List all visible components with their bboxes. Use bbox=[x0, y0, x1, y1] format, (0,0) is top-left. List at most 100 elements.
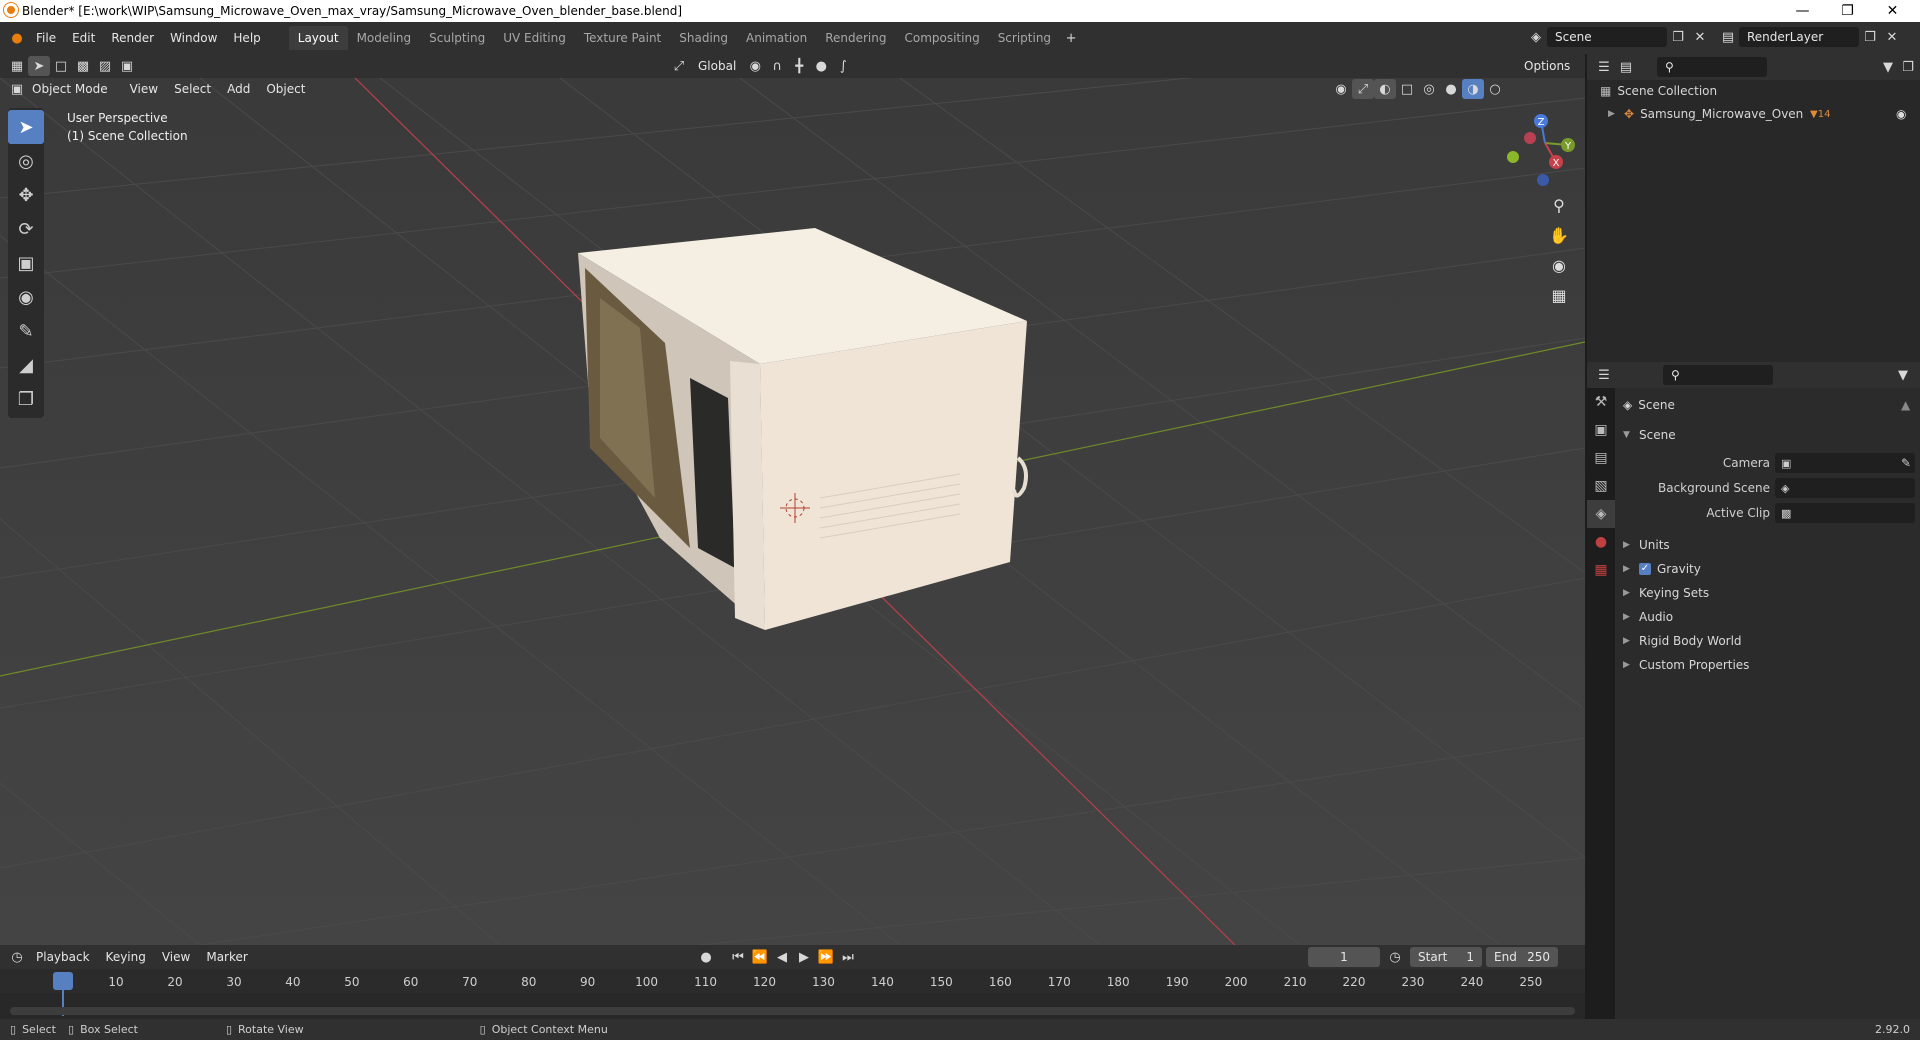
snap-icon[interactable]: ∩ bbox=[766, 56, 788, 76]
minimize-icon[interactable]: — bbox=[1780, 0, 1825, 22]
render-layer-icon[interactable]: ▤ bbox=[1717, 27, 1739, 47]
restore-icon[interactable]: ❐ bbox=[1825, 0, 1870, 22]
background-scene-field[interactable]: ◈ bbox=[1775, 478, 1915, 498]
pin-icon[interactable]: ▲ bbox=[1901, 398, 1910, 412]
world-tab-icon[interactable]: ● bbox=[1587, 528, 1615, 556]
properties-options-icon[interactable]: ▼ bbox=[1892, 365, 1914, 385]
zoom-icon[interactable]: ⚲ bbox=[1544, 190, 1574, 220]
proportional-edit-icon[interactable]: ● bbox=[810, 56, 832, 76]
move-tool-icon[interactable]: ✥ bbox=[8, 178, 44, 212]
record-icon[interactable]: ● bbox=[695, 947, 717, 967]
playhead[interactable] bbox=[53, 972, 73, 990]
select-new-icon[interactable]: □ bbox=[50, 56, 72, 76]
custom-properties-panel[interactable]: ▶ Custom Properties bbox=[1623, 658, 1749, 672]
overlay-toggle-icon[interactable]: ◐ bbox=[1374, 79, 1396, 99]
close-icon[interactable]: ✕ bbox=[1870, 0, 1915, 22]
texture-tab-icon[interactable]: ▦ bbox=[1587, 556, 1615, 584]
measure-tool-icon[interactable]: ◢ bbox=[8, 348, 44, 382]
snap-target-icon[interactable]: ╋ bbox=[788, 56, 810, 76]
options-dropdown[interactable]: Options bbox=[1518, 56, 1577, 76]
select-invert-icon[interactable]: ▣ bbox=[116, 56, 138, 76]
cursor-tool-icon[interactable]: ◎ bbox=[8, 144, 44, 178]
gravity-panel[interactable]: ▶ ✓ Gravity bbox=[1623, 562, 1701, 576]
tab-texture-paint[interactable]: Texture Paint bbox=[575, 26, 670, 50]
menu-file[interactable]: File bbox=[28, 27, 64, 49]
delete-layer-icon[interactable]: ✕ bbox=[1881, 27, 1903, 47]
menu-edit[interactable]: Edit bbox=[64, 27, 103, 49]
new-layer-icon[interactable]: ❐ bbox=[1859, 27, 1881, 47]
view-layer-tab-icon[interactable]: ▧ bbox=[1587, 472, 1615, 500]
camera-view-icon[interactable]: ◉ bbox=[1544, 250, 1574, 280]
select-extend-icon[interactable]: ▩ bbox=[72, 56, 94, 76]
jump-start-icon[interactable]: ⏮ bbox=[727, 947, 749, 967]
tab-scripting[interactable]: Scripting bbox=[989, 26, 1060, 50]
timeline-menu-marker[interactable]: Marker bbox=[198, 946, 255, 968]
blender-menu-icon[interactable]: ● bbox=[6, 28, 28, 48]
timeline-scrollbar[interactable] bbox=[10, 1007, 1575, 1015]
render-tab-icon[interactable]: ▣ bbox=[1587, 416, 1615, 444]
viewport-menu-select[interactable]: Select bbox=[166, 78, 219, 100]
tab-modeling[interactable]: Modeling bbox=[348, 26, 421, 50]
outliner-search-input[interactable]: ⚲ bbox=[1657, 57, 1767, 77]
tab-sculpting[interactable]: Sculpting bbox=[420, 26, 494, 50]
eyedropper-icon[interactable]: ✎ bbox=[1901, 456, 1911, 470]
units-panel[interactable]: ▶ Units bbox=[1623, 538, 1670, 552]
tab-shading[interactable]: Shading bbox=[670, 26, 737, 50]
material-shading-icon[interactable]: ◑ bbox=[1462, 79, 1484, 99]
tab-layout[interactable]: Layout bbox=[288, 26, 348, 50]
timeline-menu-playback[interactable]: Playback bbox=[28, 946, 98, 968]
object-mode-dropdown[interactable]: Object Mode bbox=[28, 78, 112, 100]
editor-type-icon[interactable]: ▦ bbox=[6, 56, 28, 76]
gravity-checkbox[interactable]: ✓ bbox=[1639, 563, 1651, 575]
menu-help[interactable]: Help bbox=[225, 27, 268, 49]
new-collection-icon[interactable]: ❐ bbox=[1897, 57, 1919, 77]
outliner-editor-type-icon[interactable]: ☰ bbox=[1593, 57, 1615, 77]
tab-animation[interactable]: Animation bbox=[737, 26, 816, 50]
output-tab-icon[interactable]: ▤ bbox=[1587, 444, 1615, 472]
ortho-grid-icon[interactable]: ▦ bbox=[1544, 280, 1574, 310]
properties-search-input[interactable]: ⚲ bbox=[1663, 365, 1773, 385]
start-frame-field[interactable]: Start 1 bbox=[1410, 947, 1482, 967]
tab-uv-editing[interactable]: UV Editing bbox=[494, 26, 575, 50]
play-icon[interactable]: ▶ bbox=[793, 947, 815, 967]
wireframe-shading-icon[interactable]: ◎ bbox=[1418, 79, 1440, 99]
play-reverse-icon[interactable]: ◀ bbox=[771, 947, 793, 967]
object-mode-icon[interactable]: ▣ bbox=[6, 79, 28, 99]
tool-tab-icon[interactable]: ⚒ bbox=[1587, 388, 1615, 416]
visibility-icon[interactable]: ◉ bbox=[1330, 79, 1352, 99]
expand-triangle-icon[interactable]: ▶ bbox=[1608, 109, 1618, 119]
menu-window[interactable]: Window bbox=[162, 27, 225, 49]
orientation-icon[interactable]: ⤢ bbox=[668, 56, 690, 76]
transform-tool-icon[interactable]: ◉ bbox=[8, 280, 44, 314]
viewport-menu-view[interactable]: View bbox=[122, 78, 166, 100]
frame-ruler[interactable]: 1102030405060708090100110120130140150160… bbox=[0, 969, 1585, 993]
eye-visibility-icon[interactable]: ◉ bbox=[1896, 107, 1906, 121]
current-frame-field[interactable]: 1 bbox=[1308, 947, 1380, 967]
prev-keyframe-icon[interactable]: ⏪ bbox=[749, 947, 771, 967]
stopwatch-icon[interactable]: ◷ bbox=[1384, 947, 1406, 967]
rigid-body-world-panel[interactable]: ▶ Rigid Body World bbox=[1623, 634, 1742, 648]
falloff-icon[interactable]: ∫ bbox=[832, 56, 854, 76]
gizmo-toggle-icon[interactable]: ⤢ bbox=[1352, 79, 1374, 99]
solid-shading-icon[interactable]: ● bbox=[1440, 79, 1462, 99]
rendered-shading-icon[interactable]: ○ bbox=[1484, 79, 1506, 99]
menu-render[interactable]: Render bbox=[103, 27, 162, 49]
viewport-menu-object[interactable]: Object bbox=[258, 78, 313, 100]
scene-tab-icon[interactable]: ◈ bbox=[1587, 500, 1615, 528]
outliner-item[interactable]: ▶ ✥ Samsung_Microwave_Oven ▼14 ◉ bbox=[1608, 104, 1914, 124]
xray-icon[interactable]: □ bbox=[1396, 79, 1418, 99]
active-clip-field[interactable]: ▩ bbox=[1775, 503, 1915, 523]
scene-field[interactable]: Scene bbox=[1547, 27, 1667, 47]
new-scene-icon[interactable]: ❐ bbox=[1667, 27, 1689, 47]
orientation-dropdown[interactable]: Global bbox=[690, 56, 745, 76]
audio-panel[interactable]: ▶ Audio bbox=[1623, 610, 1673, 624]
annotate-tool-icon[interactable]: ✎ bbox=[8, 314, 44, 348]
next-keyframe-icon[interactable]: ⏩ bbox=[815, 947, 837, 967]
end-frame-field[interactable]: End 250 bbox=[1486, 947, 1558, 967]
timeline-editor-type-icon[interactable]: ◷ bbox=[6, 947, 28, 967]
scale-tool-icon[interactable]: ▣ bbox=[8, 246, 44, 280]
properties-editor-type-icon[interactable]: ☰ bbox=[1593, 365, 1615, 385]
add-workspace-icon[interactable]: + bbox=[1060, 28, 1082, 48]
rotate-tool-icon[interactable]: ⟳ bbox=[8, 212, 44, 246]
timeline[interactable]: 1102030405060708090100110120130140150160… bbox=[0, 969, 1585, 1019]
